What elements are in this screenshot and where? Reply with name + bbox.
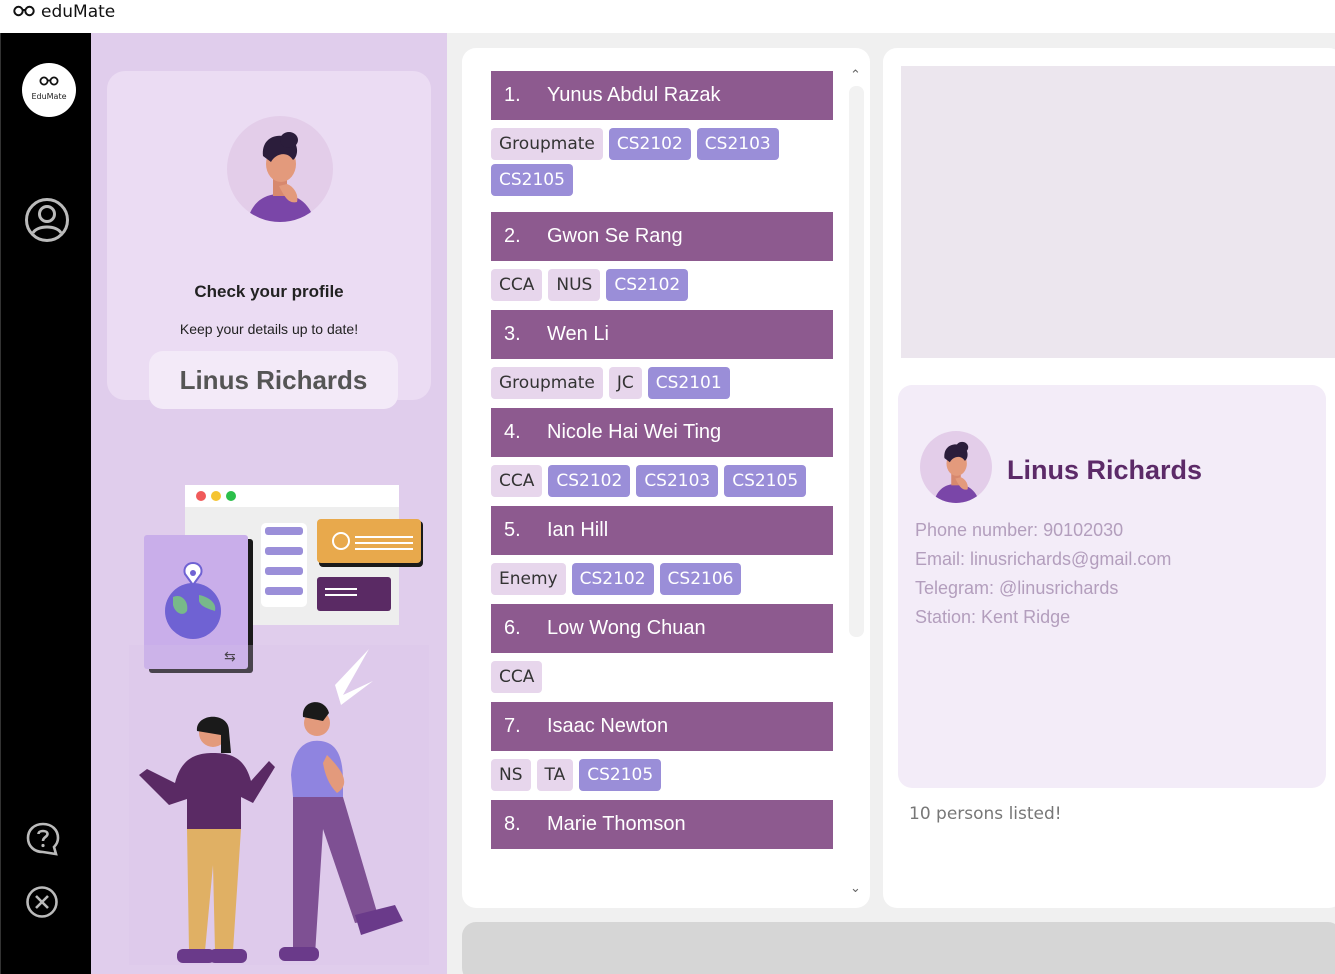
contact-tag: CS2102 [571,563,654,595]
close-icon[interactable] [25,885,59,919]
contact-tag: CS2102 [606,269,689,301]
contact-index: 5. [504,519,521,541]
user-circle-icon[interactable] [24,197,70,243]
contact-card[interactable]: 5. Ian Hill Enemy CS2102 CS2106 [491,506,833,595]
contact-tag: CS2102 [548,465,631,497]
contact-tag: CS2105 [491,164,573,196]
contact-card[interactable]: 7. Isaac Newton NS TA CS2105 [491,702,833,791]
contact-card[interactable]: 6. Low Wong Chuan CCA [491,604,833,693]
contact-card[interactable]: 4. Nicole Hai Wei Ting CCA CS2102 CS2103 CS21… [491,408,833,497]
contact-tag: JC [608,367,642,399]
contact-name: Marie Thomson [547,813,686,835]
help-icon[interactable] [25,821,61,857]
glasses-icon [39,76,59,86]
logo-text: EduMate [31,92,67,101]
contact-name: Wen Li [547,323,609,345]
contact-tag: CS2103 [696,128,779,160]
person-phone: Phone number: 90102030 [915,520,1124,540]
contact-card-header[interactable]: 7. Isaac Newton [491,702,833,751]
contact-tag: Enemy [491,563,566,595]
contact-tags: Enemy CS2102 CS2106 [491,555,833,595]
contact-tag: CS2101 [647,367,730,399]
contact-tag: NS [491,759,531,791]
command-input[interactable] [462,922,1335,974]
contact-card-header[interactable]: 6. Low Wong Chuan [491,604,833,653]
profile-avatar [227,116,333,222]
person-avatar [920,431,992,503]
contact-card[interactable]: 2. Gwon Se Rang CCA NUS CS2102 [491,212,833,301]
contact-card-header[interactable]: 3. Wen Li [491,310,833,359]
profile-card: Check your profile Keep your details up … [107,71,431,409]
contact-tag: CCA [491,661,543,693]
contact-tag: NUS [548,269,601,301]
contact-tags: NS TA CS2105 [491,751,833,791]
contact-tag: CCA [491,465,543,497]
detail-panel: Linus Richards Phone number: 90102030 Em… [883,48,1335,908]
result-count: 10 persons listed! [909,804,1062,824]
contact-tags: CCA CS2102 CS2103 CS2105 [491,457,833,497]
contact-tag: Groupmate [491,367,603,399]
scrollbar-thumb[interactable] [849,86,864,637]
contact-tags: CCA [491,653,833,693]
window-title: eduMate [41,2,116,22]
contact-tag: CS2102 [608,128,691,160]
person-telegram: Telegram: @linusrichards [915,578,1119,598]
chevron-down-icon[interactable]: ⌄ [850,880,861,896]
contact-index: 6. [504,617,521,639]
contact-card-header[interactable]: 1. Yunus Abdul Razak [491,71,833,120]
title-bar: eduMate [0,0,1335,33]
contact-tags: Groupmate CS2102 CS2103 CS2105 [491,120,833,196]
detail-banner [901,66,1335,358]
contact-card[interactable]: 1. Yunus Abdul Razak Groupmate CS2102 CS2103… [491,71,833,196]
contact-name: Gwon Se Rang [547,225,683,247]
contact-tag: CS2103 [636,465,719,497]
contact-index: 4. [504,421,521,443]
contact-tags: CCA NUS CS2102 [491,261,833,301]
profile-panel: Check your profile Keep your details up … [91,33,447,974]
contact-name: Yunus Abdul Razak [547,84,721,106]
glasses-icon [13,5,35,17]
contact-name: Isaac Newton [547,715,669,737]
contact-card[interactable]: 3. Wen Li Groupmate JC CS2101 [491,310,833,399]
contact-tag: Groupmate [491,128,603,160]
contact-index: 2. [504,225,521,247]
chevron-up-icon[interactable]: ⌃ [850,67,861,83]
contact-tag: CS2106 [659,563,742,595]
contact-name: Nicole Hai Wei Ting [547,421,722,443]
contact-index: 3. [504,323,521,345]
contact-card-header[interactable]: 2. Gwon Se Rang [491,212,833,261]
profile-title: Check your profile [194,282,344,301]
contact-card-header[interactable]: 8. Marie Thomson [491,800,833,849]
person-email: Email: linusrichards@gmail.com [915,549,1172,569]
contact-tag: CCA [491,269,543,301]
contact-card-header[interactable]: 5. Ian Hill [491,506,833,555]
person-name: Linus Richards [1007,455,1203,485]
contact-index: 7. [504,715,521,737]
contact-tags: Groupmate JC CS2101 [491,359,833,399]
person-station: Station: Kent Ridge [915,607,1071,627]
profile-name-button[interactable]: Linus Richards [149,351,398,409]
contact-name: Low Wong Chuan [547,617,706,639]
contact-card[interactable]: 8. Marie Thomson [491,800,833,849]
illustration: ⇆ [129,485,429,965]
contact-name: Ian Hill [547,519,609,541]
contact-tag: CS2105 [724,465,807,497]
contact-tag: TA [536,759,574,791]
profile-subtitle: Keep your details up to date! [179,321,359,337]
contact-index: 8. [504,813,521,835]
person-detail-card: Linus Richards Phone number: 90102030 Em… [898,385,1326,788]
app-logo: EduMate [22,63,76,117]
contact-list-panel: 1. Yunus Abdul Razak Groupmate CS2102 CS2103… [462,48,870,908]
contact-tag: CS2105 [579,759,662,791]
sidebar: EduMate [0,33,91,974]
contact-list[interactable]: 1. Yunus Abdul Razak Groupmate CS2102 CS2103… [491,71,833,896]
contact-card-header[interactable]: 4. Nicole Hai Wei Ting [491,408,833,457]
contact-index: 1. [504,84,521,106]
